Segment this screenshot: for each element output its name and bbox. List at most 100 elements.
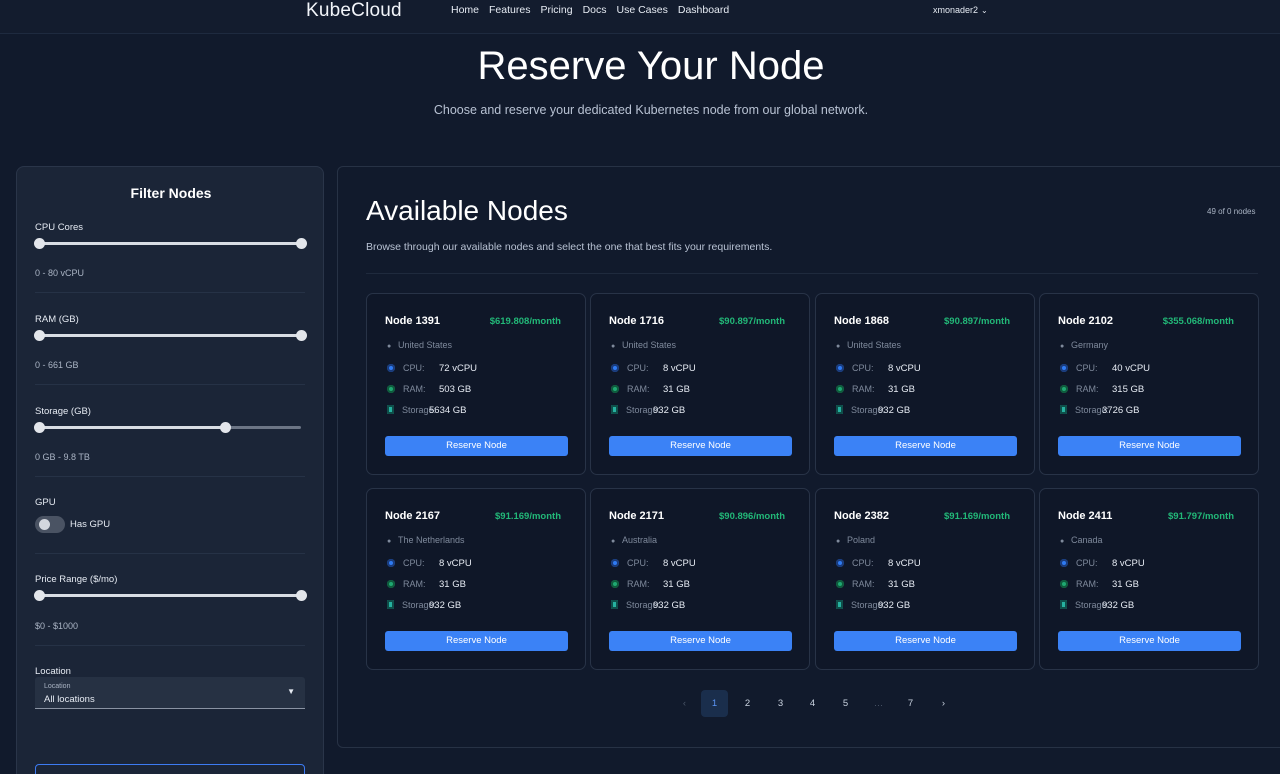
node-card[interactable]: Node 1391 $619.808/month ● United States CPU… [366,293,586,475]
user-menu[interactable]: xmonader2 ⌄ [933,5,988,15]
storage-label: Storage: [402,405,437,415]
ram-icon [836,580,844,588]
node-location-text: Germany [1071,340,1109,350]
prev-page-icon[interactable]: ‹ [671,690,698,717]
price-range-value: $0 - $1000 [35,621,79,631]
node-card[interactable]: Node 2411 $91.797/month ● Canada CPU: 8 vCPU R… [1039,488,1259,670]
storage-slider-max-handle[interactable] [220,422,231,433]
node-location-text: Poland [847,535,876,545]
ram-icon [836,385,844,393]
reserve-node-button[interactable]: Reserve Node [609,631,792,651]
storage-value: 932 GB [653,600,686,611]
nodes-count: 49 of 0 nodes [1207,207,1256,216]
cpu-value: 8 vCPU [888,363,921,374]
node-cpu: CPU: 8 vCPU [836,363,921,374]
node-card[interactable]: Node 1716 $90.897/month ● United States CPU:… [590,293,810,475]
storage-slider-min-handle[interactable] [34,422,45,433]
reserve-node-button[interactable]: Reserve Node [834,631,1017,651]
node-name: Node 1716 [609,315,665,327]
cpu-slider-min-handle[interactable] [34,238,45,249]
filter-divider [35,292,305,293]
storage-icon [1060,600,1067,609]
storage-range-slider[interactable] [34,422,301,433]
price-range-slider[interactable] [34,590,307,601]
reserve-node-button[interactable]: Reserve Node [1058,436,1241,456]
page-button-1[interactable]: 1 [701,690,728,717]
ram-slider-min-handle[interactable] [34,330,45,341]
ram-value: 31 GB [888,579,915,590]
storage-icon [611,405,618,414]
reserve-node-button[interactable]: Reserve Node [834,436,1017,456]
node-name: Node 2411 [1058,510,1113,522]
node-card[interactable]: Node 1868 $90.897/month ● United States CPU:… [815,293,1035,475]
ram-icon [611,580,619,588]
node-price: $91.169/month [495,511,561,522]
nav-link-home[interactable]: Home [451,4,479,16]
ram-slider-max-handle[interactable] [296,330,307,341]
page-button-5[interactable]: 5 [832,690,859,717]
reserve-node-button[interactable]: Reserve Node [385,631,568,651]
node-storage: Storage:932 GB [611,405,685,416]
cpu-icon [1060,364,1068,372]
ram-label: RAM: [627,384,650,394]
node-ram: RAM: 31 GB [611,384,690,395]
brand-logo[interactable]: KubeCloud [306,0,402,22]
cpu-label: CPU: [627,558,649,568]
ram-label: RAM: [852,384,875,394]
node-card[interactable]: Node 2171 $90.896/month ● Australia CPU: 8 vC… [590,488,810,670]
storage-value: 932 GB [878,600,911,611]
gpu-toggle[interactable] [35,516,65,533]
node-cpu: CPU: 8 vCPU [1060,558,1145,569]
reserve-node-button[interactable]: Reserve Node [609,436,792,456]
price-slider-min-handle[interactable] [34,590,45,601]
ram-range-slider[interactable] [34,330,307,341]
top-navbar: KubeCloud Home Features Pricing Docs Use… [0,0,1280,34]
node-ram: RAM: 31 GB [611,579,690,590]
cpu-range-slider[interactable] [34,238,307,249]
price-slider-max-handle[interactable] [296,590,307,601]
node-price: $90.896/month [719,511,785,522]
filter-divider [35,476,305,477]
price-slider-fill [39,594,301,597]
next-page-icon[interactable]: › [930,690,957,717]
cpu-range-value: 0 - 80 vCPU [35,268,85,278]
node-storage: Storage:5634 GB [387,405,467,416]
nav-link-features[interactable]: Features [489,4,530,16]
nav-link-dashboard[interactable]: Dashboard [678,4,729,16]
node-location-text: The Netherlands [398,535,465,545]
clear-filters-button[interactable]: Clear All Filters [35,764,305,774]
nav-link-use-cases[interactable]: Use Cases [617,4,668,16]
page-button-7[interactable]: 7 [897,690,924,717]
nodes-title: Available Nodes [366,195,568,226]
storage-value: 932 GB [429,600,462,611]
location-select[interactable]: Location All locations ▼ [35,677,305,709]
nav-link-docs[interactable]: Docs [583,4,607,16]
cpu-label: CPU: [1076,558,1098,568]
node-ram: RAM: 503 GB [387,384,471,395]
page-button-2[interactable]: 2 [734,690,761,717]
node-card[interactable]: Node 2382 $91.169/month ● Poland CPU: 8 vCPU R… [815,488,1035,670]
ram-slider-fill [39,334,301,337]
reserve-node-button[interactable]: Reserve Node [385,436,568,456]
ram-icon [611,385,619,393]
cpu-icon [836,364,844,372]
chevron-down-icon: ⌄ [981,6,988,15]
ram-icon [387,580,395,588]
node-cpu: CPU: 8 vCPU [611,558,696,569]
node-card[interactable]: Node 2102 $355.068/month ● Germany CPU: 40 vC… [1039,293,1259,475]
cpu-value: 8 vCPU [663,363,696,374]
cpu-filter-label: CPU Cores [35,222,84,233]
page-subtitle: Choose and reserve your dedicated Kubern… [433,103,869,117]
reserve-node-button[interactable]: Reserve Node [1058,631,1241,651]
ram-label: RAM: [403,579,426,589]
ram-label: RAM: [627,579,650,589]
nodes-panel: Available Nodes 49 of 0 nodes Browse thr… [337,166,1280,748]
nav-link-pricing[interactable]: Pricing [540,4,572,16]
page-button-3[interactable]: 3 [767,690,794,717]
cpu-slider-max-handle[interactable] [296,238,307,249]
node-card[interactable]: Node 2167 $91.169/month ● The Netherlands CP… [366,488,586,670]
cpu-icon [387,364,395,372]
cpu-value: 8 vCPU [663,558,696,569]
page-button-4[interactable]: 4 [799,690,826,717]
node-cpu: CPU: 72 vCPU [387,363,477,374]
